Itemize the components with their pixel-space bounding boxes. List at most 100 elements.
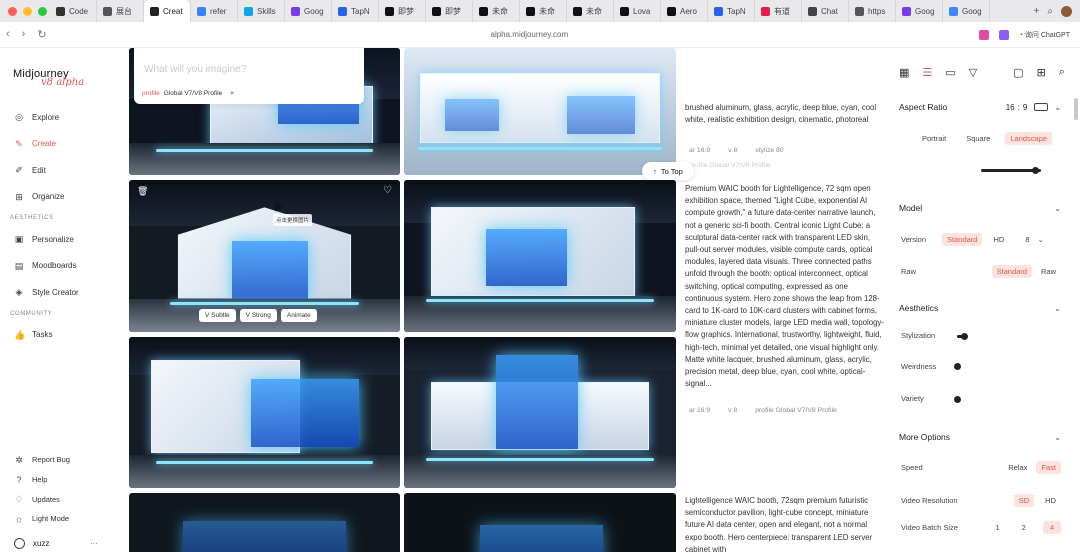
video-batch-4[interactable]: 4 <box>1042 521 1061 534</box>
browser-tab[interactable]: Code <box>50 0 97 22</box>
close-window-button[interactable] <box>8 6 17 16</box>
browser-tab[interactable]: Aero <box>661 0 708 22</box>
browser-tab[interactable]: Skills <box>238 0 285 22</box>
image-icon[interactable]: ▦ <box>899 66 909 79</box>
meta-profile[interactable]: profile Global V7/V8 Profile <box>685 161 775 170</box>
zoom-window-button[interactable] <box>38 6 47 16</box>
prompt-bar[interactable]: What will you imagine? profile Global V7… <box>134 48 364 104</box>
browser-tab[interactable]: 未命 <box>567 0 614 22</box>
sidebar-item-personalize[interactable]: ▣ Personalize <box>14 226 124 253</box>
layout-icon[interactable]: ⊞ <box>1037 66 1046 79</box>
version-standard[interactable]: Standard <box>942 233 983 246</box>
browser-tab[interactable]: TapN <box>708 0 755 22</box>
profile-chip[interactable]: profile Global V7/V8 Profile × <box>142 90 234 97</box>
meta-version[interactable]: v 8 <box>724 406 741 415</box>
version-hd[interactable]: HD <box>988 233 1009 246</box>
browser-tab[interactable]: 展台 <box>97 0 144 22</box>
meta-version[interactable]: v 8 <box>724 146 741 155</box>
browser-tab[interactable]: https <box>849 0 896 22</box>
aspect-ratio-value[interactable]: 16:9 <box>1006 103 1049 112</box>
trash-icon[interactable]: 🗑 <box>137 186 148 197</box>
browser-tab[interactable]: refer <box>191 0 238 22</box>
profile-avatar[interactable] <box>1061 5 1072 17</box>
sidebar-item-organize[interactable]: ⊞ Organize <box>14 184 124 211</box>
browser-tab[interactable]: 有道 <box>755 0 802 22</box>
sidebar-item-moodboards[interactable]: ▤ Moodboards <box>14 253 124 280</box>
video-resolution-hd[interactable]: HD <box>1040 494 1061 507</box>
search-icon[interactable]: ⌕ <box>1059 66 1065 79</box>
to-top-button[interactable]: ↑ To Top <box>642 162 694 180</box>
generated-image[interactable] <box>404 337 676 488</box>
browser-tab[interactable]: Creat <box>144 0 191 22</box>
sidebar-item-edit[interactable]: ✐ Edit <box>14 157 124 184</box>
browser-tab[interactable]: Goog <box>943 0 990 22</box>
video-resolution-sd[interactable]: SD <box>1013 494 1035 507</box>
browser-tab[interactable]: 未命 <box>473 0 520 22</box>
chevron-down-icon[interactable]: ⌄ <box>1054 204 1061 213</box>
extension-icon[interactable] <box>978 29 989 40</box>
generated-image[interactable] <box>129 493 400 552</box>
sliders-icon[interactable]: ☰ <box>922 66 932 79</box>
user-menu[interactable]: xuzz ··· <box>14 538 98 549</box>
meta-stylize[interactable]: stylize 80 <box>751 146 787 155</box>
video-batch-2[interactable]: 2 <box>1017 521 1031 534</box>
sidebar-item-help[interactable]: ? Help <box>14 470 124 490</box>
generated-image[interactable] <box>404 493 676 552</box>
model-header[interactable]: Model ⌄ <box>899 203 1061 213</box>
logo[interactable]: Midjourney v8 alpha <box>13 68 84 88</box>
chevron-down-icon[interactable]: ⌄ <box>1054 304 1061 313</box>
heart-icon[interactable]: ♡ <box>383 185 392 196</box>
generated-image[interactable]: 🗑 ♡ 点击更换图片 V Subtle V Strong Animate <box>129 180 400 332</box>
aspect-ratio-header[interactable]: Aspect Ratio 16:9 ⌄ <box>899 102 1061 112</box>
orientation-portrait[interactable]: Portrait <box>917 132 951 145</box>
minimize-window-button[interactable] <box>23 6 32 16</box>
size-slider-knob[interactable] <box>1031 167 1039 174</box>
vary-strong-button[interactable]: V Strong <box>239 309 277 322</box>
sidebar-item-tasks[interactable]: 👍 Tasks <box>14 322 124 349</box>
browser-tab[interactable]: Goog <box>896 0 943 22</box>
browser-tab[interactable]: TapN <box>332 0 379 22</box>
folder-icon[interactable]: ▭ <box>945 66 955 79</box>
sidebar-item-report-bug[interactable]: ✲ Report Bug <box>14 450 124 470</box>
sidebar-item-updates[interactable]: ♢ Updates <box>14 489 124 509</box>
meta-profile[interactable]: profile Global V7/V8 Profile <box>751 406 841 415</box>
orientation-square[interactable]: Square <box>961 132 995 145</box>
browser-tab[interactable]: 即梦 <box>426 0 473 22</box>
reload-icon[interactable]: ↻ <box>37 28 46 41</box>
chat-icon[interactable]: ▢ <box>1013 66 1023 79</box>
url-field[interactable]: alpha.midjourney.com <box>80 30 979 39</box>
generated-image[interactable] <box>404 48 676 175</box>
browser-tab[interactable]: Lova <box>614 0 661 22</box>
chevron-down-icon[interactable]: ⌄ <box>1054 433 1061 442</box>
filter-icon[interactable]: ▽ <box>969 66 977 79</box>
chevron-down-icon[interactable]: ⌄ <box>1054 103 1061 112</box>
generated-image[interactable] <box>404 180 676 332</box>
sidebar-item-create[interactable]: ✎ Create <box>14 131 124 158</box>
browser-tab[interactable]: 即梦 <box>379 0 426 22</box>
forward-icon[interactable]: › <box>22 28 26 41</box>
generated-image[interactable] <box>129 337 400 488</box>
sidebar-item-style-creator[interactable]: ◈ Style Creator <box>14 279 124 306</box>
sidebar-item-light-mode[interactable]: ☼ Light Mode <box>14 509 124 529</box>
scrollbar[interactable] <box>1074 98 1078 120</box>
video-batch-1[interactable]: 1 <box>990 521 1004 534</box>
more-options-header[interactable]: More Options ⌄ <box>899 432 1061 442</box>
ask-chatgpt-button[interactable]: ◔ 询问 ChatGPT <box>1019 30 1070 40</box>
stylization-slider[interactable] <box>957 335 1027 338</box>
vary-subtle-button[interactable]: V Subtle <box>199 309 236 322</box>
sidebar-item-explore[interactable]: ◎ Explore <box>14 104 124 131</box>
raw-raw[interactable]: Raw <box>1036 265 1061 278</box>
browser-tab[interactable]: 未命 <box>520 0 567 22</box>
new-tab-icon[interactable]: + <box>1034 6 1040 17</box>
meta-ar[interactable]: ar 16:9 <box>685 406 714 415</box>
prompt-input[interactable]: What will you imagine? <box>144 64 246 75</box>
stylization-slider-knob[interactable] <box>960 333 968 340</box>
search-tabs-icon[interactable]: ⌕ <box>1047 6 1053 17</box>
close-icon[interactable]: × <box>230 90 234 97</box>
animate-button[interactable]: Animate <box>280 309 317 322</box>
variety-slider-knob[interactable] <box>953 396 961 403</box>
browser-tab[interactable]: Goog <box>285 0 332 22</box>
extension-icon[interactable] <box>998 29 1009 40</box>
browser-tab[interactable]: Chat <box>802 0 849 22</box>
weirdness-slider-knob[interactable] <box>953 363 961 370</box>
